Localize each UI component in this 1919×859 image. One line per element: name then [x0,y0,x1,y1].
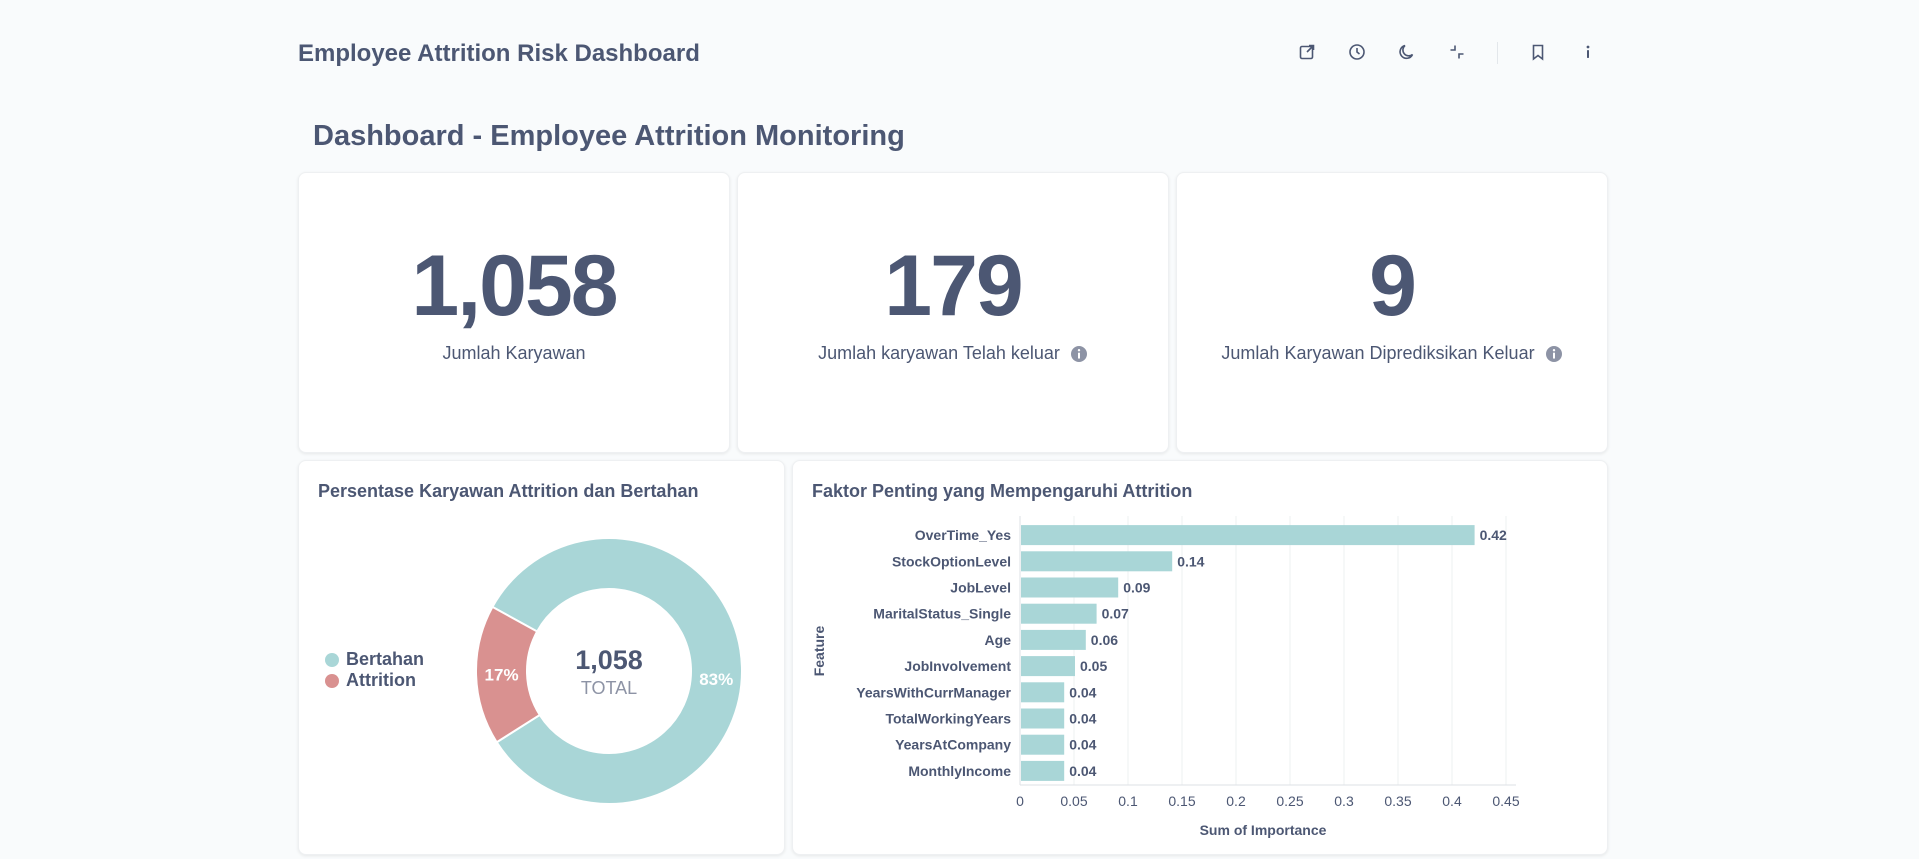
bar-value-label: 0.06 [1091,632,1118,648]
moon-icon [1399,44,1414,60]
info-icon [1586,45,1590,58]
collapse-icon [1450,45,1464,59]
y-tick-label: JobLevel [950,580,1011,596]
donut-center-value: 1,058 [575,645,643,675]
y-axis-label: Feature [811,626,827,677]
kpi-label: Jumlah Karyawan [442,343,586,363]
history-button[interactable] [1343,38,1371,66]
night-mode-button[interactable] [1393,38,1421,66]
x-tick-label: 0.2 [1226,793,1246,809]
donut-center-label: TOTAL [581,678,637,698]
x-tick-label: 0 [1016,793,1024,809]
x-tick-label: 0.05 [1060,793,1087,809]
x-tick-label: 0.45 [1492,793,1519,809]
feature-importance-chart: 0 0.05 0.1 0.15 0.2 0.25 0.3 0.35 0.4 0.45 OverTi… [811,516,1520,838]
clock-icon [1349,44,1365,60]
y-tick-label: YearsWithCurrManager [856,684,1011,700]
bar-value-label: 0.07 [1102,606,1129,622]
bar-jobinvolvement[interactable] [1021,656,1075,677]
y-tick-label: TotalWorkingYears [885,711,1011,727]
kpi-card-total-employees: 1,058 Jumlah Karyawan [298,172,730,453]
x-axis-label: Sum of Importance [1200,822,1327,838]
bar-stockoptionlevel[interactable] [1021,551,1173,572]
y-tick-label: MaritalStatus_Single [873,606,1011,622]
y-tick-label: StockOptionLevel [892,553,1011,569]
toolbar-divider [1497,42,1498,64]
external-link-icon [1299,44,1315,60]
kpi-card-employees-left: 179 Jumlah karyawan Telah keluar [737,172,1169,453]
bar-value-label: 0.42 [1480,527,1507,543]
bar-value-label: 0.04 [1069,711,1096,727]
feature-importance-card: Faktor Penting yang Mempengaruhi Attriti… [792,460,1608,855]
bookmark-icon [1532,44,1544,61]
x-tick-label: 0.4 [1442,793,1462,809]
bar-totalworkingyears[interactable] [1021,708,1065,729]
x-tick-label: 0.15 [1168,793,1195,809]
share-button[interactable] [1293,38,1321,66]
kpi-value: 1,058 [411,238,618,334]
bar-maritalstatus-single[interactable] [1021,603,1097,624]
kpi-value: 9 [1369,238,1417,334]
bookmark-button[interactable] [1524,38,1552,66]
bar-value-label: 0.04 [1069,737,1096,753]
info-icon[interactable] [1545,345,1563,363]
bar-monthlyincome[interactable] [1021,760,1065,781]
donut-chart: 83% 17% 1,058 TOTAL [475,537,743,805]
kpi-label-wrap: Jumlah Karyawan Diprediksikan Keluar [1177,343,1607,364]
x-tick-label: 0.35 [1384,793,1411,809]
bar-value-label: 0.04 [1069,763,1096,779]
bar-yearsatcompany[interactable] [1021,734,1065,755]
kpi-label-wrap: Jumlah Karyawan [299,343,729,364]
kpi-label-wrap: Jumlah karyawan Telah keluar [738,343,1168,364]
donut-slice-label: 17% [485,665,519,684]
section-heading: Dashboard - Employee Attrition Monitorin… [313,120,905,152]
page-title: Employee Attrition Risk Dashboard [298,40,700,67]
x-tick-label: 0.1 [1118,793,1138,809]
info-icon[interactable] [1070,345,1088,363]
info-button[interactable] [1574,38,1602,66]
kpi-label: Jumlah karyawan Telah keluar [818,343,1060,363]
bar-value-label: 0.09 [1123,580,1150,596]
bar-value-label: 0.05 [1080,658,1107,674]
bar-value-label: 0.14 [1177,553,1204,569]
kpi-card-predicted-leaving: 9 Jumlah Karyawan Diprediksikan Keluar [1176,172,1608,453]
kpi-label: Jumlah Karyawan Diprediksikan Keluar [1221,343,1535,363]
donut-chart-card: Persentase Karyawan Attrition dan Bertah… [298,460,785,855]
exit-fullscreen-button[interactable] [1443,38,1471,66]
x-tick-label: 0.25 [1276,793,1303,809]
y-tick-label: OverTime_Yes [915,527,1011,543]
bar-value-label: 0.04 [1069,684,1096,700]
bar-joblevel[interactable] [1021,577,1119,598]
y-tick-label: MonthlyIncome [908,763,1011,779]
bar-overtime-yes[interactable] [1021,525,1475,546]
bar-age[interactable] [1021,629,1086,650]
y-tick-label: JobInvolvement [904,658,1011,674]
bar-yearswithcurrmanager[interactable] [1021,682,1065,703]
x-tick-label: 0.3 [1334,793,1354,809]
y-tick-label: Age [985,632,1012,648]
y-tick-label: YearsAtCompany [895,737,1011,753]
kpi-value: 179 [884,238,1024,334]
donut-slice-label: 83% [699,670,733,689]
